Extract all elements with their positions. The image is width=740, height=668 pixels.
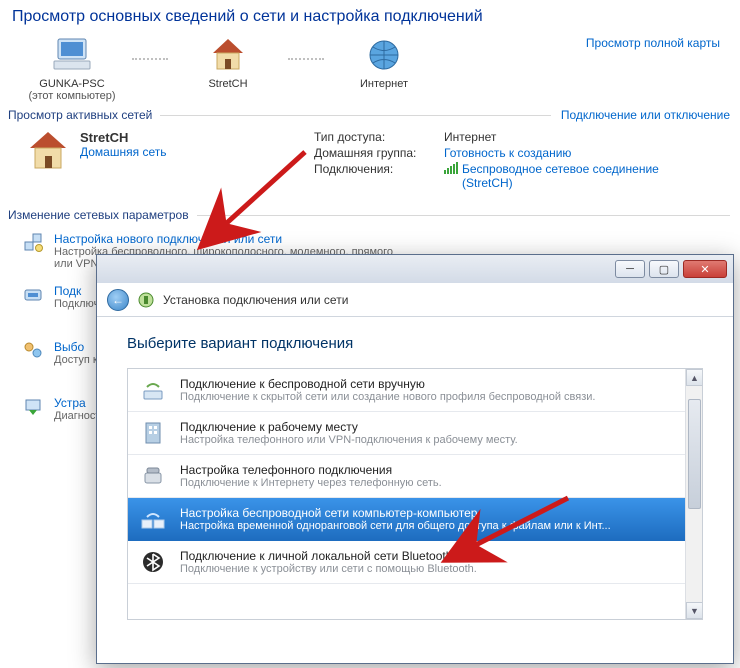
wizard-header-text: Установка подключения или сети — [163, 293, 348, 307]
divider — [160, 115, 551, 116]
option-workplace[interactable]: Подключение к рабочему месту Настройка т… — [128, 412, 702, 455]
option-title: Подключение к личной локальной сети Blue… — [180, 549, 488, 563]
house-icon — [168, 34, 288, 76]
access-type-label: Тип доступа: — [314, 130, 444, 144]
connection-link[interactable]: Беспроводное сетевое соединение (StretCH… — [462, 162, 662, 190]
access-type-value: Интернет — [444, 130, 496, 144]
option-list: Подключение к беспроводной сети вручную … — [127, 368, 703, 620]
bluetooth-icon — [138, 549, 168, 575]
change-settings-heading: Изменение сетевых параметров — [0, 202, 740, 224]
active-networks-heading: Просмотр активных сетей Подключение или … — [0, 102, 740, 124]
wizard-window: ─ ▢ ✕ ← Установка подключения или сети В… — [96, 254, 734, 664]
network-profile-link[interactable]: Домашняя сеть — [80, 145, 166, 159]
titlebar: ─ ▢ ✕ — [97, 255, 733, 283]
connections-label: Подключения: — [314, 162, 444, 190]
map-dash — [288, 58, 324, 60]
signal-bars-icon — [444, 162, 458, 174]
maximize-button[interactable]: ▢ — [649, 260, 679, 278]
page-title: Просмотр основных сведений о сети и наст… — [0, 0, 740, 30]
back-button[interactable]: ← — [107, 289, 129, 311]
option-desc: Подключение к скрытой сети или создание … — [180, 391, 595, 403]
option-dialup[interactable]: Настройка телефонного подключения Подклю… — [128, 455, 702, 498]
view-full-map-link[interactable]: Просмотр полной карты — [586, 36, 720, 50]
active-network-panel: StretCH Домашняя сеть Тип доступа: Интер… — [0, 124, 740, 202]
map-node-router: StretCH — [168, 34, 288, 90]
wizard-header: ← Установка подключения или сети — [97, 283, 733, 317]
minimize-button[interactable]: ─ — [615, 260, 645, 278]
wireless-icon — [138, 377, 168, 403]
homegroup-icon — [22, 340, 44, 366]
scrollbar[interactable]: ▲ ▼ — [685, 369, 702, 619]
scroll-thumb[interactable] — [688, 399, 701, 509]
homegroup-link[interactable]: Готовность к созданию — [444, 146, 571, 160]
map-node-label: GUNKA-PSC — [12, 78, 132, 90]
map-node-internet: Интернет — [324, 34, 444, 90]
computer-icon — [12, 34, 132, 76]
option-adhoc[interactable]: Настройка беспроводной сети компьютер-ко… — [128, 498, 702, 541]
option-desc: Настройка телефонного или VPN-подключени… — [180, 434, 518, 446]
option-title: Подключение к рабочему месту — [180, 420, 518, 434]
heading-text: Изменение сетевых параметров — [8, 208, 189, 222]
connect-disconnect-link[interactable]: Подключение или отключение — [561, 108, 730, 122]
scroll-down-button[interactable]: ▼ — [686, 602, 703, 619]
option-title: Настройка беспроводной сети компьютер-ко… — [180, 506, 611, 520]
adhoc-icon — [138, 506, 168, 532]
network-wizard-icon — [22, 232, 44, 270]
option-desc: Настройка временной одноранговой сети дл… — [180, 520, 611, 532]
option-title: Настройка телефонного подключения — [180, 463, 442, 477]
option-title: Подключение к беспроводной сети вручную — [180, 377, 595, 391]
map-node-sublabel: (этот компьютер) — [12, 90, 132, 102]
map-node-label: StretCH — [168, 78, 288, 90]
task-new-connection-link[interactable]: Настройка нового подключения или сети — [54, 232, 408, 246]
close-button[interactable]: ✕ — [683, 260, 727, 278]
option-desc: Подключение к Интернету через телефонную… — [180, 477, 442, 489]
option-bluetooth[interactable]: Подключение к личной локальной сети Blue… — [128, 541, 702, 584]
scroll-up-button[interactable]: ▲ — [686, 369, 703, 386]
option-desc: Подключение к устройству или сети с помо… — [180, 563, 488, 575]
option-manual-wireless[interactable]: Подключение к беспроводной сети вручную … — [128, 369, 702, 412]
homegroup-label: Домашняя группа: — [314, 146, 444, 160]
connect-icon — [22, 284, 44, 310]
divider — [197, 215, 730, 216]
network-name: StretCH — [80, 130, 166, 145]
shield-network-icon — [137, 291, 155, 309]
wizard-body: Выберите вариант подключения Подключение… — [97, 317, 733, 630]
map-dash — [132, 58, 168, 60]
troubleshoot-icon — [22, 396, 44, 422]
globe-icon — [324, 34, 444, 76]
house-icon — [26, 130, 70, 192]
wizard-title: Выберите вариант подключения — [127, 335, 703, 352]
heading-text: Просмотр активных сетей — [8, 108, 152, 122]
map-node-label: Интернет — [324, 78, 444, 90]
phone-icon — [138, 463, 168, 489]
network-map: GUNKA-PSC (этот компьютер) StretCH Интер… — [0, 30, 740, 102]
building-icon — [138, 420, 168, 446]
map-node-this-pc: GUNKA-PSC (этот компьютер) — [12, 34, 132, 102]
